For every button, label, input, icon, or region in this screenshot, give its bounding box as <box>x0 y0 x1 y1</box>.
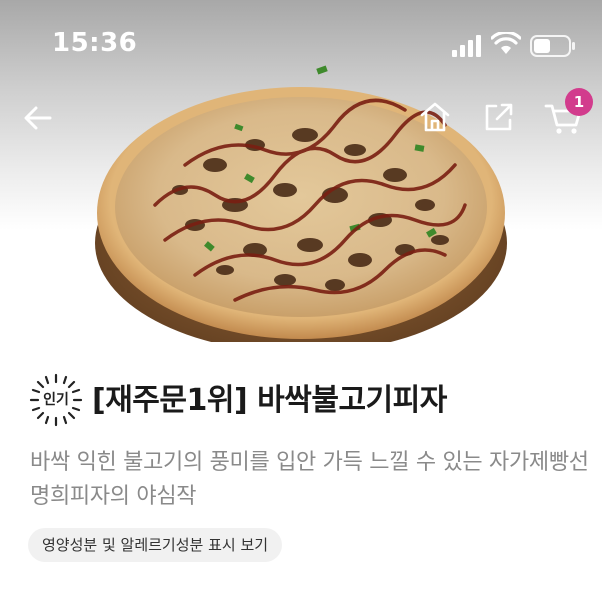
product-description: 바싹 익힌 불고기의 풍미를 입안 가득 느낄 수 있는 자가제빵선명희피자의 … <box>30 450 589 509</box>
cart-count-badge: 1 <box>565 88 593 116</box>
pizza-image <box>95 65 507 342</box>
back-arrow-icon[interactable] <box>22 102 54 134</box>
signal-icon <box>452 35 481 57</box>
share-icon[interactable] <box>482 100 516 134</box>
popular-badge: 인기 <box>28 372 84 428</box>
badge-label: 인기 <box>43 392 69 408</box>
product-title: [재주문1위] 바싹불고기피자 <box>92 383 447 418</box>
home-icon[interactable] <box>418 100 452 134</box>
status-bar: 15:36 <box>0 0 602 90</box>
wifi-icon <box>491 32 521 54</box>
status-time: 15:36 <box>52 28 138 58</box>
product-hero: 15:36 1 <box>0 0 602 342</box>
nutrition-allergy-button[interactable]: 영양성분 및 알레르기성분 표시 보기 <box>28 528 283 562</box>
battery-icon <box>530 35 575 57</box>
